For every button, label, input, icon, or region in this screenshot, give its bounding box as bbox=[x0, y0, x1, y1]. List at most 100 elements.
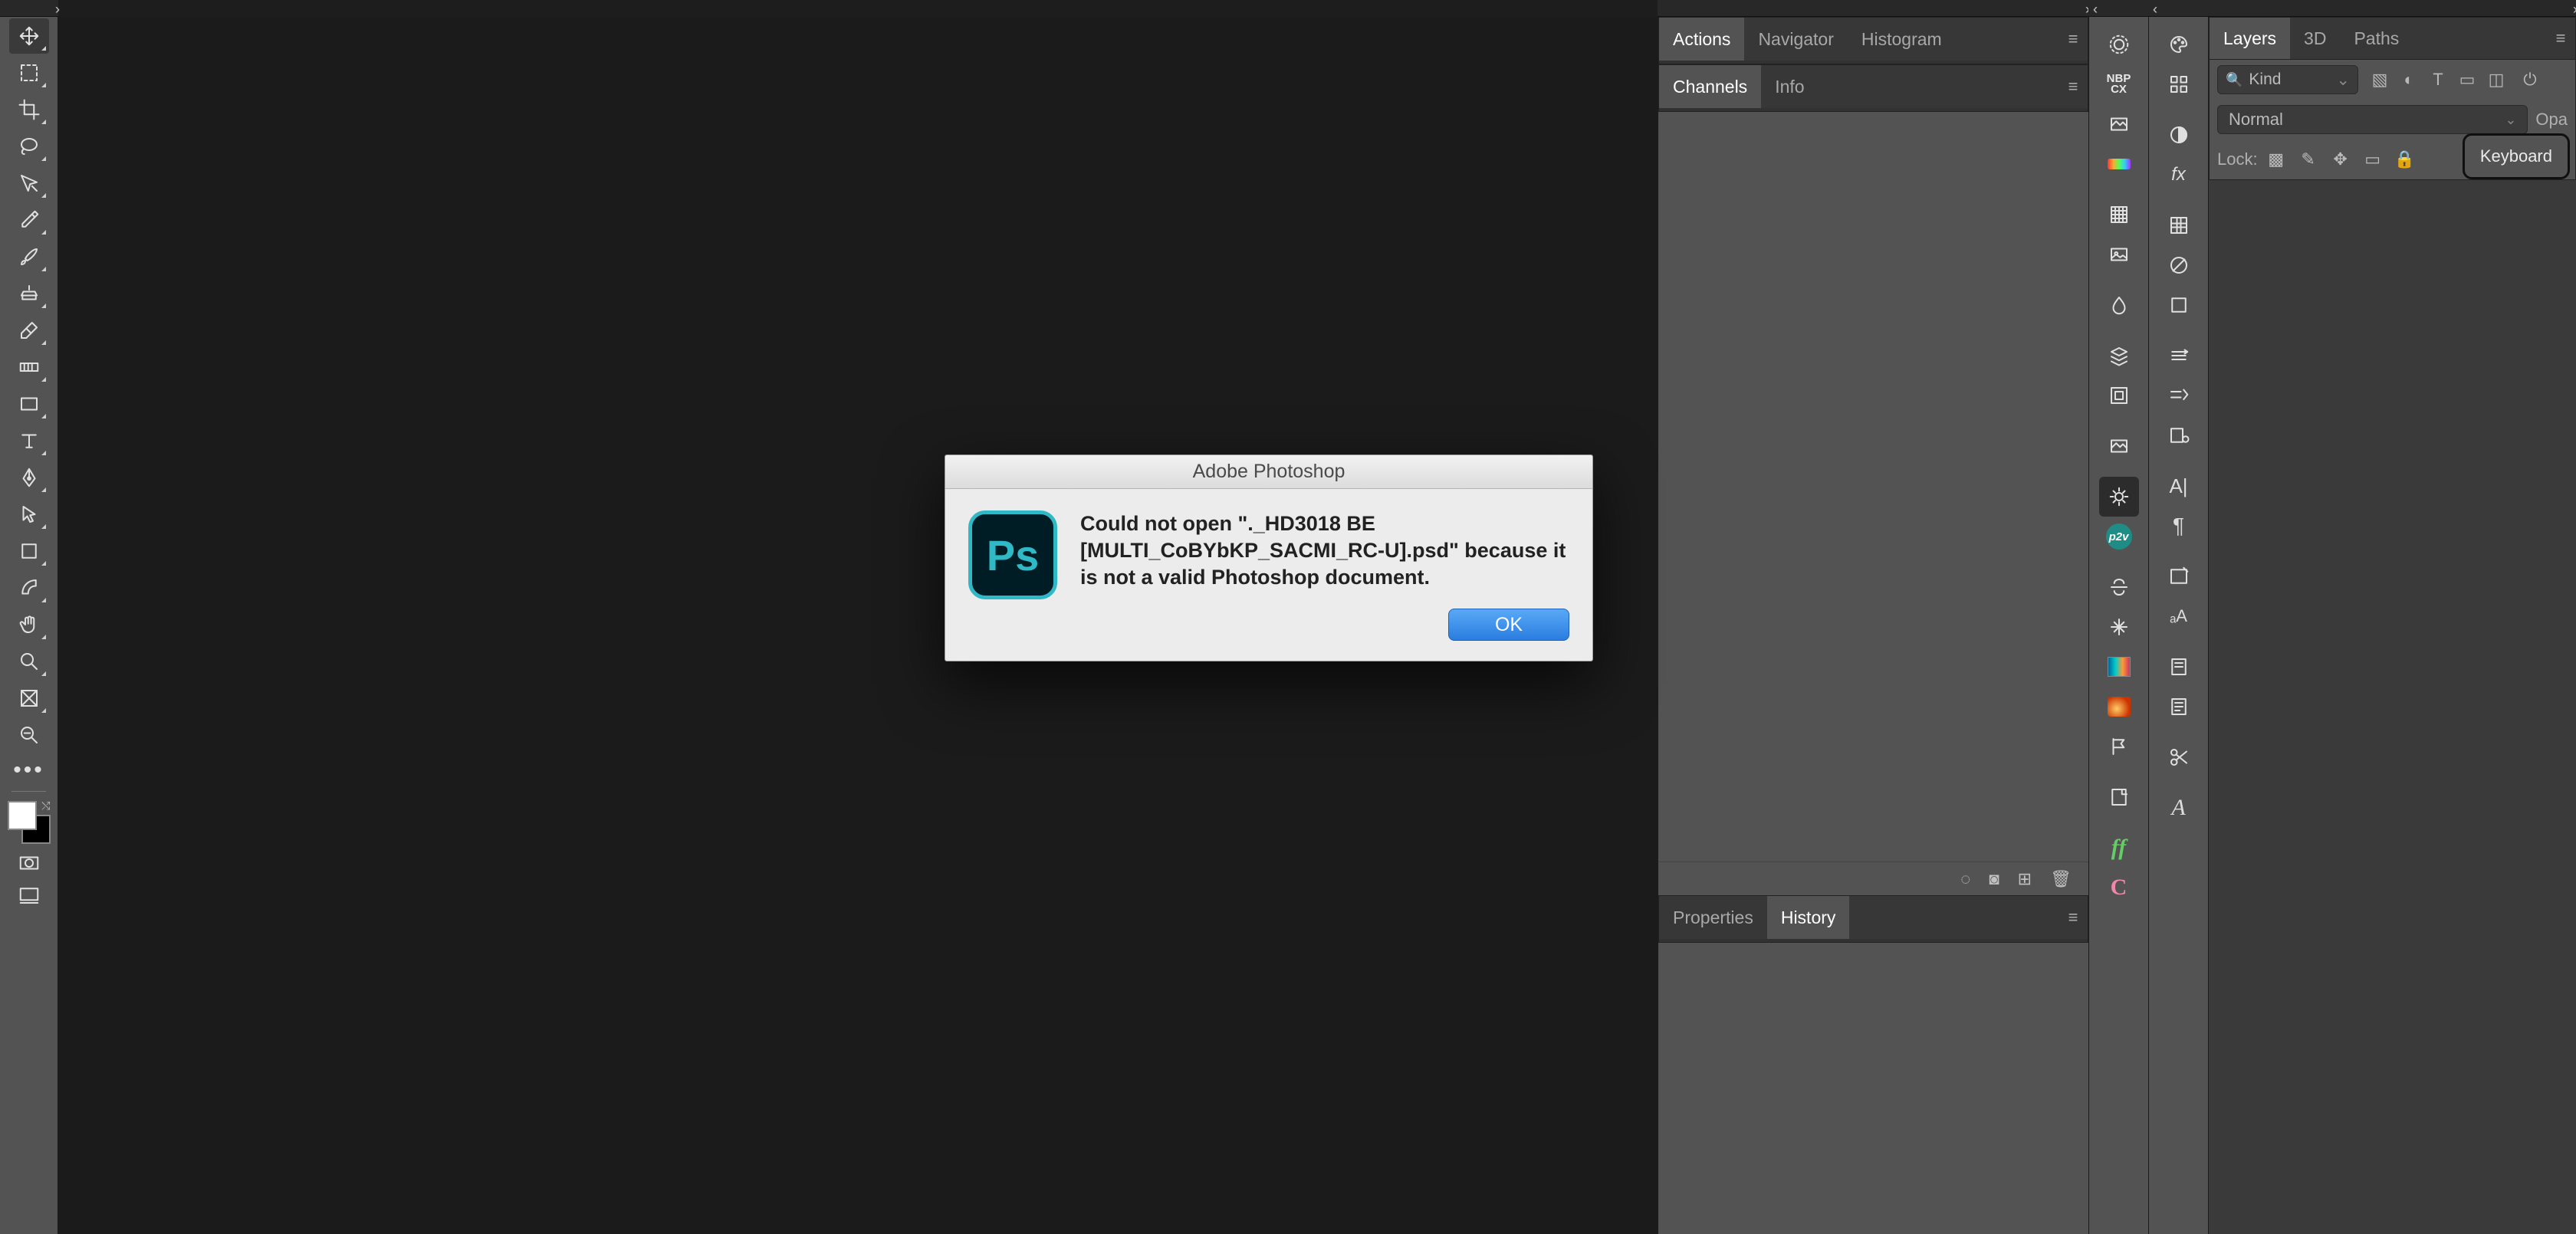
tab-navigator[interactable]: Navigator bbox=[1744, 18, 1847, 61]
frame-tool[interactable] bbox=[9, 681, 49, 716]
delete-channel-icon[interactable]: 🗑 bbox=[2050, 869, 2072, 889]
panel-icon-adjustments[interactable] bbox=[2159, 115, 2199, 155]
panel-icon-character[interactable]: A| bbox=[2159, 466, 2199, 506]
panel-icon-ff[interactable]: ff bbox=[2099, 828, 2139, 868]
panel-menu-icon[interactable]: ≡ bbox=[2546, 28, 2575, 48]
gradient-tool[interactable] bbox=[9, 350, 49, 385]
filter-toggle-icon[interactable]: ⏻ bbox=[2519, 70, 2541, 90]
blend-mode-select[interactable]: Normal ⌄ bbox=[2217, 105, 2528, 134]
hand-tool[interactable] bbox=[9, 607, 49, 642]
lock-transparency-icon[interactable]: ▩ bbox=[2266, 149, 2287, 169]
curvature-pen-tool[interactable] bbox=[9, 570, 49, 606]
lasso-tool[interactable] bbox=[9, 129, 49, 164]
swap-colors-icon[interactable]: ⤭ bbox=[41, 799, 50, 812]
tab-layers[interactable]: Layers bbox=[2210, 18, 2290, 59]
load-selection-icon[interactable]: ◌ bbox=[1960, 869, 1970, 889]
panel-icon-comments[interactable] bbox=[2159, 687, 2199, 727]
panel-icon-gradients[interactable] bbox=[2159, 245, 2199, 285]
panel-icon-character-styles[interactable] bbox=[2159, 415, 2199, 455]
panel-icon-typekit[interactable]: ₐA bbox=[2159, 596, 2199, 636]
panel-icon-clone-source[interactable] bbox=[2159, 376, 2199, 415]
panel-icon-flame[interactable] bbox=[2099, 687, 2139, 727]
move-tool[interactable] bbox=[9, 18, 49, 54]
shape-tool[interactable] bbox=[9, 386, 49, 422]
quick-mask-toggle[interactable] bbox=[12, 850, 46, 876]
panel-icon-sparkle[interactable] bbox=[2099, 607, 2139, 647]
lock-image-icon[interactable]: ✎ bbox=[2298, 149, 2319, 169]
tab-channels[interactable]: Channels bbox=[1659, 65, 1761, 108]
panel-menu-icon[interactable]: ≡ bbox=[2058, 29, 2088, 49]
tab-history[interactable]: History bbox=[1767, 896, 1850, 939]
panel-icon-note[interactable] bbox=[2099, 777, 2139, 817]
panel-icon-paragraph[interactable]: ¶ bbox=[2159, 506, 2199, 546]
lock-all-icon[interactable]: 🔒 bbox=[2394, 149, 2416, 169]
panel-menu-icon[interactable]: ≡ bbox=[2058, 77, 2088, 97]
panel-icon-shapes[interactable] bbox=[2159, 285, 2199, 325]
filter-pixel-icon[interactable]: ▧ bbox=[2369, 70, 2390, 90]
panel-icon-camera-raw[interactable] bbox=[2099, 25, 2139, 64]
screen-mode-toggle[interactable] bbox=[12, 882, 46, 908]
panel-icon-grid[interactable] bbox=[2099, 195, 2139, 235]
panel-icon-notes[interactable] bbox=[2159, 647, 2199, 687]
path-selection-tool[interactable] bbox=[9, 497, 49, 532]
panel-icon-image-b[interactable] bbox=[2099, 235, 2139, 274]
panel-icon-swatches-grid[interactable] bbox=[2159, 64, 2199, 104]
chevron-down-icon: ⌄ bbox=[2336, 71, 2350, 90]
tab-paths[interactable]: Paths bbox=[2340, 18, 2413, 59]
panel-icon-nbp-cx[interactable]: NBPCX bbox=[2099, 64, 2139, 104]
filter-shape-icon[interactable]: ▭ bbox=[2456, 70, 2478, 90]
panel-icon-droplet[interactable] bbox=[2099, 285, 2139, 325]
filter-smart-icon[interactable]: ◫ bbox=[2486, 70, 2507, 90]
eraser-tool[interactable] bbox=[9, 313, 49, 348]
panel-icon-color[interactable] bbox=[2159, 25, 2199, 64]
tab-3d[interactable]: 3D bbox=[2290, 18, 2340, 59]
crop-tool[interactable] bbox=[9, 92, 49, 127]
search-icon: 🔍 bbox=[2226, 72, 2242, 88]
filter-type-icon[interactable]: T bbox=[2427, 70, 2449, 90]
panel-icon-c[interactable]: C bbox=[2099, 868, 2139, 907]
save-selection-icon[interactable]: ◙ bbox=[1989, 869, 1999, 889]
magnifier-tool[interactable] bbox=[9, 717, 49, 753]
panel-icon-infinite[interactable] bbox=[2099, 144, 2139, 184]
panel-icon-glyphs-b[interactable] bbox=[2159, 556, 2199, 596]
panel-icon-libraries[interactable] bbox=[2099, 376, 2139, 415]
panel-icon-p2v[interactable]: p2v bbox=[2099, 517, 2139, 556]
artboard-tool[interactable] bbox=[9, 533, 49, 569]
clone-stamp-tool[interactable] bbox=[9, 276, 49, 311]
pen-tool[interactable] bbox=[9, 460, 49, 495]
new-channel-icon[interactable]: ⊞ bbox=[2018, 869, 2032, 889]
tab-properties[interactable]: Properties bbox=[1659, 896, 1767, 939]
panel-icon-pattern[interactable] bbox=[2159, 205, 2199, 245]
panel-icon-scissors[interactable] bbox=[2159, 737, 2199, 777]
lock-artboard-icon[interactable]: ▭ bbox=[2362, 149, 2384, 169]
tab-info[interactable]: Info bbox=[1761, 65, 1818, 108]
type-tool[interactable] bbox=[9, 423, 49, 458]
panel-icon-layers-stack[interactable] bbox=[2099, 336, 2139, 376]
panel-icon-brush-settings[interactable] bbox=[2159, 336, 2199, 376]
ok-button[interactable]: OK bbox=[1448, 609, 1569, 641]
panel-icon-strikethrough[interactable] bbox=[2099, 567, 2139, 607]
tab-actions[interactable]: Actions bbox=[1659, 18, 1744, 61]
panel-menu-icon[interactable]: ≡ bbox=[2058, 907, 2088, 927]
panel-icon-image-c[interactable] bbox=[2099, 426, 2139, 466]
zoom-tool[interactable] bbox=[9, 644, 49, 679]
filter-adjustment-icon[interactable]: ◐ bbox=[2398, 70, 2420, 90]
collapsed-panel-column-b: fx A| ¶ ₐA A bbox=[2148, 17, 2208, 1234]
marquee-tool[interactable] bbox=[9, 55, 49, 90]
toolbar-more-icon[interactable]: ••• bbox=[13, 753, 44, 788]
panel-icon-colorbar[interactable] bbox=[2099, 647, 2139, 687]
layer-filter-kind-select[interactable]: 🔍 Kind ⌄ bbox=[2217, 65, 2358, 94]
panel-icon-styles[interactable]: fx bbox=[2159, 155, 2199, 195]
lock-position-icon[interactable]: ✥ bbox=[2330, 149, 2351, 169]
color-swatches[interactable]: ⤭ bbox=[8, 801, 51, 844]
panel-icon-glyphs[interactable]: A bbox=[2159, 788, 2199, 828]
panel-icon-swatches-a[interactable] bbox=[2099, 104, 2139, 144]
foreground-color-swatch[interactable] bbox=[8, 801, 37, 830]
tab-histogram[interactable]: Histogram bbox=[1848, 18, 1956, 61]
tooltip-text: Keyboard bbox=[2480, 146, 2552, 166]
eyedropper-tool[interactable] bbox=[9, 202, 49, 238]
brush-tool[interactable] bbox=[9, 239, 49, 274]
panel-icon-flag[interactable] bbox=[2099, 727, 2139, 766]
quick-selection-tool[interactable] bbox=[9, 166, 49, 201]
panel-icon-plugin-gear[interactable] bbox=[2099, 477, 2139, 517]
